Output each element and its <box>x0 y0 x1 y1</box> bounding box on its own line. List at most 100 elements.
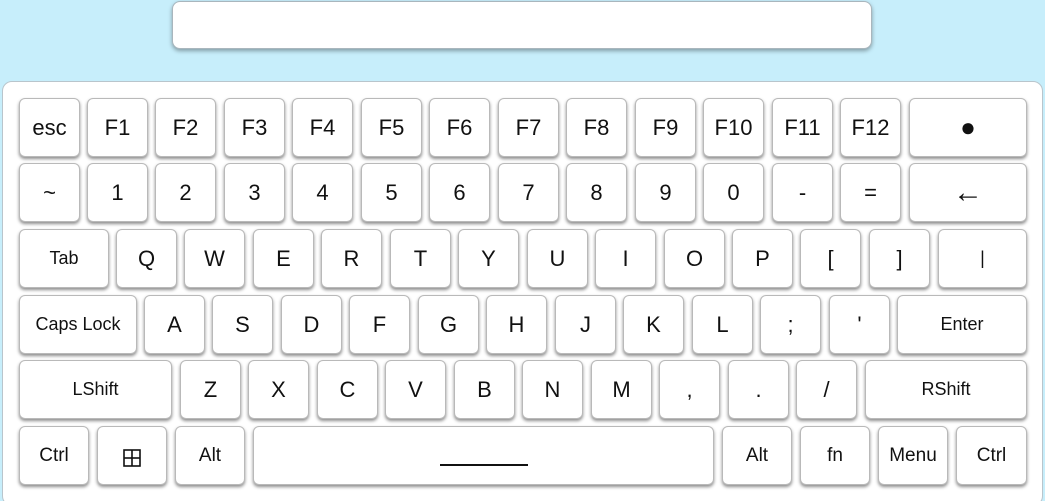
key-slash[interactable]: / <box>796 360 857 419</box>
key-v[interactable]: V <box>385 360 446 419</box>
key-a[interactable]: A <box>144 295 205 354</box>
key-rshift[interactable]: RShift <box>865 360 1027 419</box>
text-display[interactable] <box>172 1 872 49</box>
key-pipe[interactable]: | <box>938 229 1027 288</box>
key-f[interactable]: F <box>349 295 410 354</box>
key-y[interactable]: Y <box>458 229 519 288</box>
key-esc[interactable]: esc <box>19 98 80 157</box>
key-f4[interactable]: F4 <box>292 98 353 157</box>
key-ralt[interactable]: Alt <box>722 426 792 485</box>
key-label: F7 <box>515 114 542 140</box>
key-label: ' <box>857 311 862 337</box>
key-5[interactable]: 5 <box>361 163 422 222</box>
key-label: , <box>686 376 693 402</box>
key-f11[interactable]: F11 <box>772 98 833 157</box>
key-3[interactable]: 3 <box>224 163 285 222</box>
key-s[interactable]: S <box>212 295 273 354</box>
key-label: H <box>508 311 525 337</box>
key-label: LShift <box>72 379 119 399</box>
key-rbracket[interactable]: ] <box>869 229 930 288</box>
key-i[interactable]: I <box>595 229 656 288</box>
key-label: C <box>339 376 356 402</box>
key-4[interactable]: 4 <box>292 163 353 222</box>
key-quote[interactable]: ' <box>829 295 890 354</box>
key-period[interactable]: . <box>728 360 789 419</box>
key-0[interactable]: 0 <box>703 163 764 222</box>
key-f10[interactable]: F10 <box>703 98 764 157</box>
key-r[interactable]: R <box>321 229 382 288</box>
key-f8[interactable]: F8 <box>566 98 627 157</box>
key-lctrl[interactable]: Ctrl <box>19 426 89 485</box>
key-power[interactable]: ● <box>909 98 1027 157</box>
key-space[interactable] <box>253 426 714 485</box>
key-lshift[interactable]: LShift <box>19 360 172 419</box>
key-f2[interactable]: F2 <box>155 98 216 157</box>
key-label: Z <box>203 376 218 402</box>
key-label: 3 <box>248 179 261 205</box>
key-p[interactable]: P <box>732 229 793 288</box>
key-label: Ctrl <box>39 444 69 466</box>
key-label: 9 <box>659 179 672 205</box>
key-label: Ctrl <box>976 444 1007 466</box>
key-z[interactable]: Z <box>180 360 241 419</box>
key-u[interactable]: U <box>527 229 588 288</box>
key-tilde[interactable]: ~ <box>19 163 80 222</box>
key-x[interactable]: X <box>248 360 309 419</box>
key-label: Alt <box>745 444 769 466</box>
keyboard: esc F1 F2 F3 F4 F5 F6 F7 F8 F9 F10 F11 F12 ● ~1 2 3 4 5 6 7 8… <box>2 81 1043 501</box>
key-enter[interactable]: Enter <box>897 295 1027 354</box>
key-win[interactable] <box>97 426 167 485</box>
key-fn[interactable]: fn <box>800 426 870 485</box>
key-q[interactable]: Q <box>116 229 177 288</box>
key-semicolon[interactable]: ; <box>760 295 821 354</box>
key-label: 7 <box>522 179 535 205</box>
key-k[interactable]: K <box>623 295 684 354</box>
key-j[interactable]: J <box>555 295 616 354</box>
key-label: F12 <box>851 114 890 140</box>
key-7[interactable]: 7 <box>498 163 559 222</box>
key-1[interactable]: 1 <box>87 163 148 222</box>
key-n[interactable]: N <box>522 360 583 419</box>
key-f1[interactable]: F1 <box>87 98 148 157</box>
key-label: = <box>864 179 877 205</box>
key-label: Q <box>137 245 156 271</box>
key-f12[interactable]: F12 <box>840 98 901 157</box>
key-e[interactable]: E <box>253 229 314 288</box>
key-label: R <box>343 245 360 271</box>
key-h[interactable]: H <box>486 295 547 354</box>
key-f9[interactable]: F9 <box>635 98 696 157</box>
key-6[interactable]: 6 <box>429 163 490 222</box>
key-rctrl[interactable]: Ctrl <box>956 426 1027 485</box>
key-t[interactable]: T <box>390 229 451 288</box>
key-equals[interactable]: = <box>840 163 901 222</box>
key-label: F9 <box>652 114 679 140</box>
key-2[interactable]: 2 <box>155 163 216 222</box>
key-label: P <box>755 245 770 271</box>
key-minus[interactable]: - <box>772 163 833 222</box>
key-f5[interactable]: F5 <box>361 98 422 157</box>
key-menu[interactable]: Menu <box>878 426 948 485</box>
key-8[interactable]: 8 <box>566 163 627 222</box>
key-label: F10 <box>714 114 753 140</box>
key-g[interactable]: G <box>418 295 479 354</box>
key-d[interactable]: D <box>281 295 342 354</box>
key-b[interactable]: B <box>454 360 515 419</box>
key-9[interactable]: 9 <box>635 163 696 222</box>
key-label: U <box>549 245 566 271</box>
key-f3[interactable]: F3 <box>224 98 285 157</box>
key-tab[interactable]: Tab <box>19 229 109 288</box>
key-l[interactable]: L <box>692 295 753 354</box>
key-m[interactable]: M <box>591 360 652 419</box>
key-capslock[interactable]: Caps Lock <box>19 295 137 354</box>
key-lalt[interactable]: Alt <box>175 426 245 485</box>
key-o[interactable]: O <box>664 229 725 288</box>
key-lbracket[interactable]: [ <box>800 229 861 288</box>
key-w[interactable]: W <box>184 229 245 288</box>
key-backspace[interactable]: ← <box>909 163 1027 222</box>
key-label: O <box>685 245 704 271</box>
key-c[interactable]: C <box>317 360 378 419</box>
key-label: 6 <box>453 179 466 205</box>
key-comma[interactable]: , <box>659 360 720 419</box>
key-f6[interactable]: F6 <box>429 98 490 157</box>
key-f7[interactable]: F7 <box>498 98 559 157</box>
